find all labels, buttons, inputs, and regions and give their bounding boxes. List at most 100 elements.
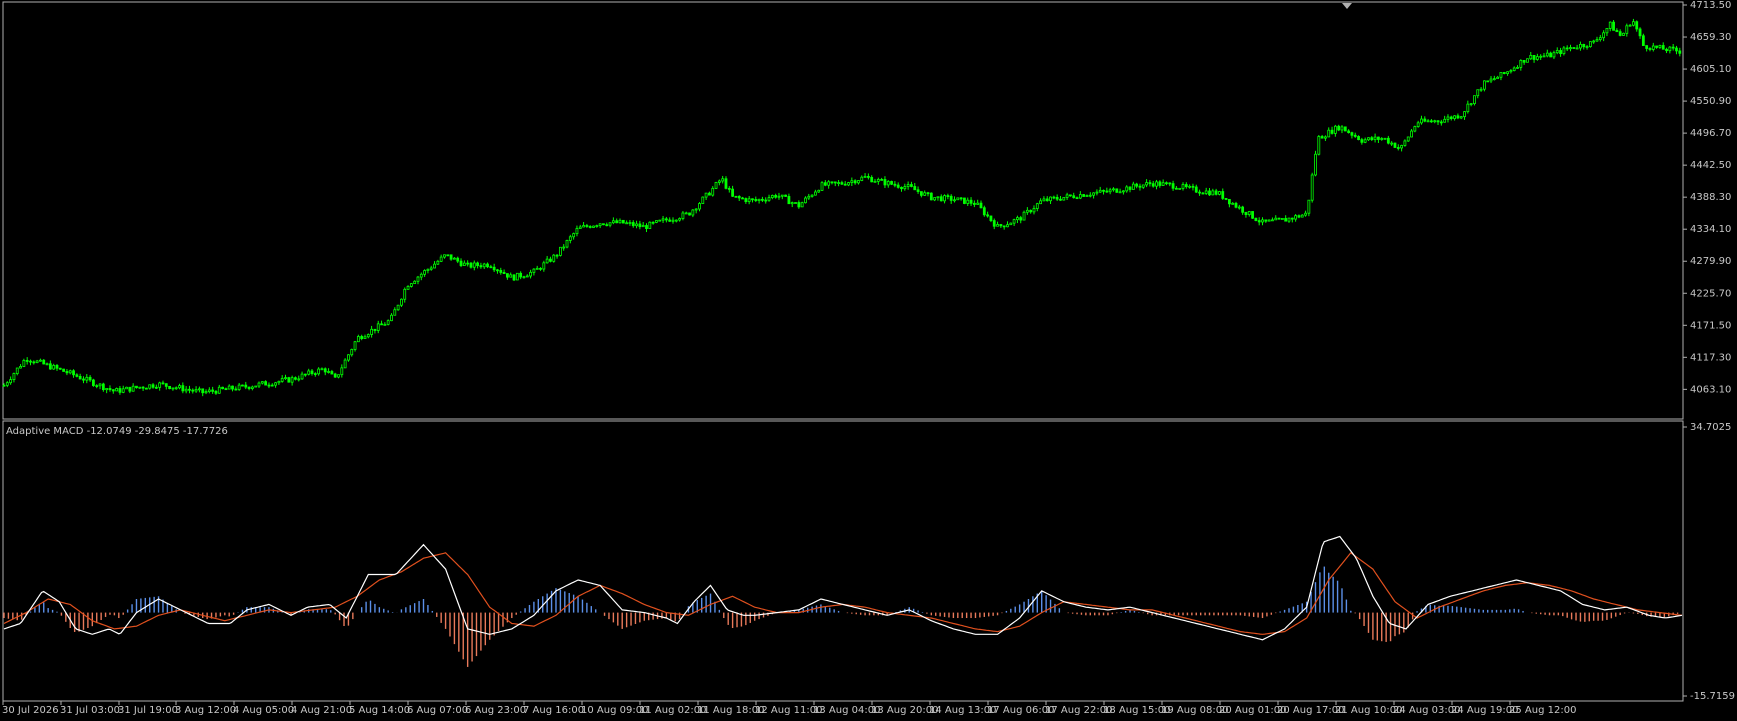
time-tick-label: 6 Aug 23:00: [465, 705, 526, 716]
candle-body: [648, 221, 652, 229]
candle-body: [260, 381, 264, 384]
candle-body: [290, 377, 294, 383]
time-tick-label: 4 Aug 05:00: [233, 705, 294, 716]
candle-body: [1304, 212, 1307, 216]
candle-body: [1271, 219, 1274, 222]
candle-body: [1320, 136, 1324, 139]
candle-body: [1069, 194, 1072, 197]
candle-body: [1360, 139, 1364, 143]
candle-body: [135, 385, 138, 389]
candle-body: [1393, 142, 1397, 148]
candle-body: [1300, 214, 1304, 218]
candle-body: [585, 225, 589, 227]
candle-body: [1277, 217, 1281, 220]
candle-body: [330, 371, 334, 375]
candle-body: [638, 223, 642, 228]
candle-body: [598, 223, 602, 227]
candle-body: [651, 221, 655, 224]
candle-body: [52, 365, 56, 370]
candle-body: [1423, 118, 1427, 122]
candle-body: [515, 272, 519, 281]
candle-body: [241, 384, 244, 387]
candle-body: [866, 176, 870, 178]
candle-body: [197, 388, 201, 391]
candle-body: [1267, 219, 1271, 222]
candle-body: [996, 224, 999, 227]
candle-body: [913, 186, 917, 191]
candle-body: [118, 388, 122, 393]
candle-body: [1506, 71, 1509, 74]
candle-body: [370, 328, 374, 335]
candle-body: [1327, 129, 1331, 138]
candle-body: [1088, 194, 1092, 197]
candle-body: [320, 368, 324, 371]
candle-body: [568, 236, 572, 241]
candle-body: [386, 320, 390, 325]
candle-body: [731, 188, 735, 197]
candle-body: [668, 219, 672, 222]
candle-body: [1592, 40, 1596, 43]
candle-body: [992, 220, 996, 227]
candle-body: [1045, 198, 1049, 202]
candle-body: [1184, 184, 1188, 188]
candle-body: [578, 226, 582, 229]
candle-body: [804, 197, 807, 204]
candle-body: [933, 197, 937, 201]
candle-body: [419, 273, 423, 278]
candle-body: [340, 367, 344, 376]
candle-body: [1131, 183, 1135, 190]
candle-body: [552, 254, 556, 262]
candle-body: [409, 283, 413, 287]
candle-body: [1549, 52, 1553, 58]
candle-body: [277, 380, 281, 384]
candle-body: [1439, 121, 1443, 124]
candle-body: [1092, 192, 1095, 196]
candle-body: [1588, 41, 1592, 48]
candle-body: [270, 384, 274, 387]
candle-body: [794, 202, 797, 204]
candle-body: [1582, 43, 1586, 48]
candle-body: [691, 209, 695, 216]
candle-body: [741, 197, 744, 200]
candle-body: [267, 384, 271, 387]
candle-body: [602, 223, 605, 226]
candle-body: [101, 383, 105, 391]
candle-body: [1519, 59, 1523, 68]
candle-body: [1655, 45, 1659, 48]
candle-body: [29, 360, 32, 363]
candle-body: [1675, 47, 1678, 52]
candle-body: [1141, 184, 1145, 188]
candle-body: [807, 195, 811, 199]
candle-body: [2, 384, 6, 387]
candle-body: [1171, 183, 1175, 189]
candle-body: [227, 385, 231, 390]
candle-body: [1459, 116, 1463, 119]
price-tick-label: 4388.30: [1690, 192, 1731, 203]
candle-body: [1241, 206, 1245, 213]
candle-body: [949, 195, 953, 201]
candle-body: [744, 198, 748, 203]
candle-body: [1261, 219, 1264, 223]
candle-body: [1482, 80, 1486, 90]
candle-body: [1502, 72, 1506, 74]
candle-body: [873, 180, 877, 183]
candle-body: [1125, 186, 1129, 192]
candle-body: [565, 240, 569, 248]
candle-body: [979, 202, 983, 209]
candle-body: [708, 192, 711, 196]
price-tick-label: 4713.50: [1690, 0, 1731, 11]
price-chart[interactable]: 4713.50 4659.30 4605.10 4550.90 4496.70 4442.…: [0, 0, 1737, 721]
candle-body: [224, 388, 228, 391]
candle-body: [608, 222, 612, 226]
candle-body: [939, 196, 943, 202]
candle-body: [174, 387, 178, 390]
candle-body: [194, 389, 198, 392]
candle-body: [1539, 55, 1543, 58]
candle-body: [380, 323, 383, 326]
candle-body: [25, 360, 29, 362]
candle-body: [827, 181, 831, 186]
candle-body: [1052, 196, 1056, 199]
price-tick-label: 4442.50: [1690, 160, 1731, 171]
candle-body: [1330, 129, 1334, 134]
candle-body: [42, 359, 46, 365]
